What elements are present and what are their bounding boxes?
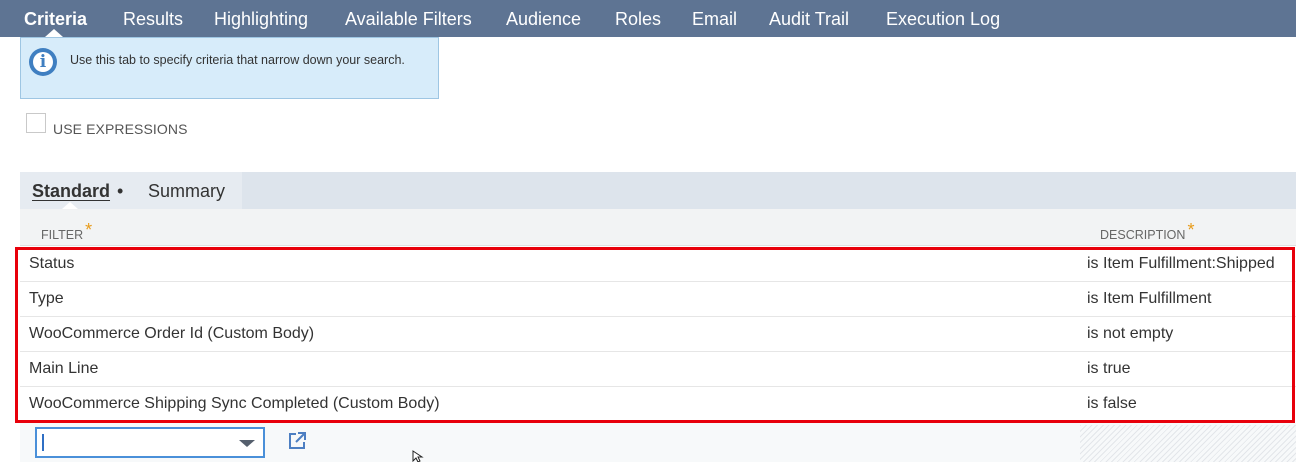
row-description: is false (1087, 395, 1137, 412)
row-description: is not empty (1087, 325, 1174, 342)
subtab-standard-label: Standard (32, 181, 111, 201)
filter-required-mark: * (85, 220, 93, 240)
active-tab-pointer (45, 29, 63, 37)
description-required-mark: * (1187, 220, 1195, 240)
subtab-standard-marker: • (117, 181, 124, 201)
saved-search-criteria-page: Criteria Results Highlighting Available … (0, 0, 1296, 462)
text-caret (42, 434, 44, 451)
tab-email[interactable]: Email (692, 0, 737, 37)
description-column-header: DESCRIPTION * (1100, 220, 1195, 244)
row-filter: Status (29, 255, 75, 272)
tab-execution-log[interactable]: Execution Log (886, 0, 1000, 37)
open-in-new-icon[interactable] (287, 431, 307, 451)
disabled-description-cell (1080, 425, 1296, 462)
tab-results[interactable]: Results (123, 0, 183, 37)
filter-select-dropdown[interactable] (35, 427, 265, 458)
tab-roles[interactable]: Roles (615, 0, 661, 37)
new-filter-row (20, 423, 1296, 462)
criteria-subtab-bar: Standard • Summary (20, 172, 1296, 209)
subtab-summary[interactable]: Summary (148, 181, 225, 202)
table-row[interactable]: Status is Item Fulfillment:Shipped (20, 247, 1296, 282)
criteria-table-header: FILTER * DESCRIPTION * (20, 209, 1296, 246)
subtab-standard[interactable]: Standard • (32, 181, 123, 202)
table-row[interactable]: WooCommerce Order Id (Custom Body) is no… (20, 317, 1296, 352)
tab-audit-trail[interactable]: Audit Trail (769, 0, 849, 37)
info-message: i Use this tab to specify criteria that … (20, 37, 439, 99)
table-row[interactable]: Type is Item Fulfillment (20, 282, 1296, 317)
active-subtab-pointer (62, 202, 78, 209)
info-icon: i (29, 48, 57, 76)
description-header-label: DESCRIPTION (1100, 228, 1186, 242)
row-description: is Item Fulfillment:Shipped (1087, 255, 1275, 272)
row-filter: Type (29, 290, 64, 307)
mouse-pointer-icon (412, 450, 424, 462)
chevron-down-icon[interactable] (239, 440, 255, 447)
info-message-text: Use this tab to specify criteria that na… (70, 53, 405, 67)
tab-available-filters[interactable]: Available Filters (345, 0, 472, 37)
use-expressions-label: USE EXPRESSIONS (53, 121, 188, 137)
tab-audience[interactable]: Audience (506, 0, 581, 37)
row-filter: WooCommerce Shipping Sync Completed (Cus… (29, 395, 440, 412)
main-tab-bar: Criteria Results Highlighting Available … (0, 0, 1296, 37)
row-filter: WooCommerce Order Id (Custom Body) (29, 325, 315, 342)
tab-highlighting[interactable]: Highlighting (214, 0, 308, 37)
filter-column-header: FILTER * (41, 220, 93, 244)
row-description: is true (1087, 360, 1131, 377)
filter-header-label: FILTER (41, 228, 84, 242)
row-description: is Item Fulfillment (1087, 290, 1212, 307)
table-row[interactable]: WooCommerce Shipping Sync Completed (Cus… (20, 387, 1296, 422)
use-expressions-checkbox[interactable] (26, 113, 46, 133)
row-filter: Main Line (29, 360, 99, 377)
table-row[interactable]: Main Line is true (20, 352, 1296, 387)
